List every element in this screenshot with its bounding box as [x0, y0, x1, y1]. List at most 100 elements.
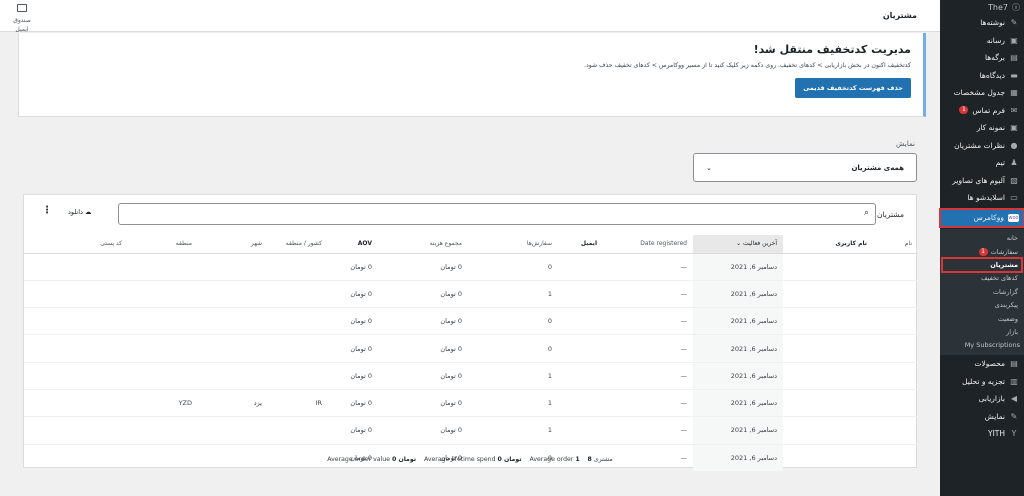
table-cell	[24, 253, 128, 281]
table-cell: 0 تومان	[378, 253, 468, 281]
col-region[interactable]: منطقه	[128, 235, 198, 254]
more-options-icon[interactable]: ⋮	[42, 205, 52, 216]
submenu-item-2[interactable]: مشتریان	[941, 257, 1023, 273]
table-cell: دسامبر 6, 2021	[693, 280, 783, 309]
sidebar-item-9[interactable]: ▧ آلبوم های تصاویر	[940, 172, 1024, 190]
sidebar-item-10[interactable]: ▭ اسلایدشو ها	[940, 189, 1024, 207]
download-button[interactable]: دانلود ☁	[68, 208, 91, 216]
table-cell	[783, 389, 873, 418]
table-cell	[268, 416, 328, 445]
cloud-download-icon: ☁	[84, 208, 92, 216]
help-icon[interactable]: ⓘ	[1012, 2, 1020, 13]
col-aov[interactable]: AOV	[328, 235, 378, 254]
sidebar-item-1[interactable]: ▣ رسانه	[940, 32, 1024, 50]
top-bar: صندوق ایمیل مشتریان	[0, 0, 940, 34]
table-cell	[873, 416, 918, 445]
submenu-item-3[interactable]: کدهای تخفیف	[940, 272, 1024, 285]
sidebar-item-0[interactable]: ✎ نوشته‌ها	[940, 14, 1024, 32]
inbox-button[interactable]: صندوق ایمیل	[6, 4, 38, 34]
sidebar-item-8[interactable]: ♟ تیم	[940, 154, 1024, 172]
remove-legacy-coupon-button[interactable]: حذف فهرست کدتخفیف قدیمی	[795, 78, 911, 98]
sidebar-bottom-item-3[interactable]: ✎ نمایش	[940, 408, 1024, 426]
inbox-label: صندوق ایمیل	[13, 17, 31, 33]
table-cell: IR	[268, 389, 328, 418]
table-cell: 0 تومان	[378, 389, 468, 418]
sidebar-item-5[interactable]: ✉ فرم تماس 1	[940, 102, 1024, 120]
col-postcode[interactable]: کد پستی	[24, 235, 128, 254]
menu-icon: ✎	[1010, 18, 1018, 28]
sidebar-item-4[interactable]: ▦ جدول مشخصات	[940, 84, 1024, 102]
col-country[interactable]: کشور / منطقه	[268, 235, 328, 254]
summary-customers-label: مشتری	[593, 456, 613, 463]
table-cell: 0 تومان	[328, 253, 378, 281]
table-row[interactable]: دسامبر 6, 2021—1 0 تومان 0 تومان	[24, 416, 918, 445]
sidebar-item-woocommerce[interactable]: woo ووکامرس	[939, 207, 1024, 228]
sidebar-bottom-item-4[interactable]: Y YITH	[940, 425, 1024, 443]
col-email[interactable]: ایمیل	[558, 235, 603, 254]
table-cell	[128, 253, 198, 281]
submenu-item-7[interactable]: بازار	[940, 325, 1024, 338]
summary-aov-value: 0 تومان	[391, 456, 417, 463]
col-last-active[interactable]: آخرین فعالیت ⌄	[693, 235, 783, 254]
sidebar-bottom-item-2[interactable]: ◀ بازاریابی	[940, 390, 1024, 408]
sidebar-bottom-item-0[interactable]: ▤ محصولات	[940, 355, 1024, 373]
col-username[interactable]: نام کاربری	[783, 235, 873, 254]
submenu-item-label: بازار	[1006, 327, 1018, 336]
table-cell: 1	[468, 416, 558, 445]
customer-filter-select[interactable]: همه‌ی مشتریان ⌄	[693, 153, 917, 182]
sidebar-item-3[interactable]: ▬ دیدگاه‌ها	[940, 67, 1024, 85]
notice-text: کدتخفیف اکنون در بخش بازاریابی > کدهای ت…	[584, 62, 911, 69]
table-cell	[783, 307, 873, 336]
sidebar-item-label: رسانه	[986, 35, 1005, 45]
table-cell	[198, 362, 268, 390]
sidebar-top: ⓘ The7	[940, 0, 1024, 14]
col-name[interactable]: نام	[873, 235, 918, 254]
table-row[interactable]: دسامبر 6, 2021—0 0 تومان 0 تومان	[24, 334, 918, 363]
sidebar-item-label: تجزیه و تحلیل	[962, 376, 1005, 386]
download-label: دانلود	[68, 208, 83, 216]
sidebar-item-label: بازاریابی	[978, 394, 1005, 404]
col-date-registered[interactable]: Date registered	[603, 235, 693, 254]
table-row[interactable]: دسامبر 6, 2021—1 0 تومان 0 تومان	[24, 362, 918, 390]
table-cell: 0 تومان	[378, 307, 468, 336]
search-input[interactable]: ⌕	[118, 203, 876, 225]
table-cell	[558, 389, 603, 418]
menu-icon: ▬	[1010, 70, 1018, 80]
table-cell	[198, 416, 268, 445]
table-cell	[198, 307, 268, 336]
sidebar-top-label: The7	[988, 2, 1008, 12]
col-total-spend[interactable]: مجموع هزینه	[378, 235, 468, 254]
table-cell: 0 تومان	[328, 362, 378, 390]
table-cell: —	[603, 307, 693, 336]
submenu-item-1[interactable]: سفارشات 1	[940, 245, 1024, 258]
table-cell	[558, 253, 603, 281]
sidebar-item-6[interactable]: ▣ نمونه کار	[940, 119, 1024, 137]
table-cell	[873, 389, 918, 418]
submenu-item-0[interactable]: خانه	[940, 232, 1024, 245]
sidebar-item-label: تیم	[995, 158, 1005, 168]
table-cell: —	[603, 253, 693, 281]
menu-icon: ♟	[1010, 158, 1018, 168]
submenu-item-6[interactable]: وضعیت	[940, 312, 1024, 325]
table-cell	[128, 334, 198, 363]
table-cell: دسامبر 6, 2021	[693, 416, 783, 445]
col-city[interactable]: شهر	[198, 235, 268, 254]
table-row[interactable]: دسامبر 6, 2021—0 0 تومان 0 تومان	[24, 307, 918, 336]
menu-icon: ▥	[1010, 376, 1018, 386]
table-cell	[268, 280, 328, 309]
table-cell	[268, 307, 328, 336]
menu-icon: ✎	[1010, 411, 1018, 421]
table-row[interactable]: دسامبر 6, 2021—0 0 تومان 0 تومان	[24, 253, 918, 281]
table-row[interactable]: دسامبر 6, 2021—1 0 تومان 0 تومان IR یزد YZD	[24, 389, 918, 418]
table-row[interactable]: دسامبر 6, 2021—1 0 تومان 0 تومان	[24, 280, 918, 309]
sidebar-item-7[interactable]: ● نظرات مشتریان	[940, 137, 1024, 155]
notification-badge: 1	[978, 247, 988, 256]
submenu-item-4[interactable]: گزارشات	[940, 285, 1024, 298]
summary-lifetime-label: Average lifetime spend	[423, 456, 496, 463]
sidebar-item-2[interactable]: ▤ برگه‌ها	[940, 49, 1024, 67]
table-cell: YZD	[128, 389, 198, 418]
submenu-item-5[interactable]: پیکربندی	[940, 298, 1024, 311]
col-orders[interactable]: سفارش‌ها	[468, 235, 558, 254]
submenu-item-8[interactable]: My Subscriptions	[940, 339, 1024, 352]
sidebar-bottom-item-1[interactable]: ▥ تجزیه و تحلیل	[940, 373, 1024, 391]
